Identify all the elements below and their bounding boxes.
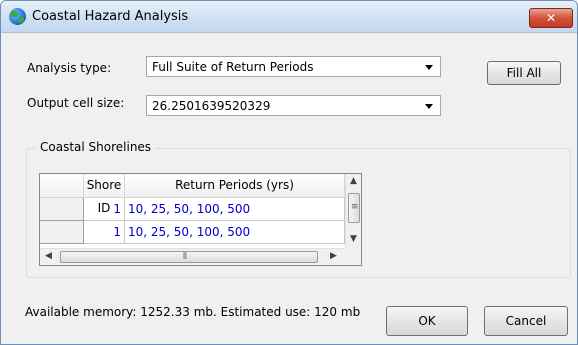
close-button[interactable]: ✕ [529, 8, 573, 28]
grid-corner-header [40, 174, 84, 198]
window-title: Coastal Hazard Analysis [32, 9, 189, 24]
vertical-scroll-thumb[interactable]: ≡ [348, 193, 360, 223]
memory-status: Available memory: 1252.33 mb. Estimated … [25, 305, 361, 319]
grip-icon: ≡ [351, 202, 359, 212]
row-header[interactable] [40, 198, 84, 221]
output-cell-size-dropdown[interactable]: 26.2501639520329 [146, 95, 441, 116]
fill-all-button[interactable]: Fill All [487, 61, 561, 85]
output-cell-size-label: Output cell size: [27, 96, 125, 110]
ok-button[interactable]: OK [386, 306, 468, 336]
analysis-type-dropdown[interactable]: Full Suite of Return Periods [146, 56, 441, 77]
arrow-up-icon[interactable]: ▲ [350, 177, 357, 186]
vertical-scrollbar[interactable]: ▲ ≡ ▼ [345, 174, 361, 248]
cell-return-periods[interactable]: 10, 25, 50, 100, 500 [125, 198, 345, 221]
analysis-type-value: Full Suite of Return Periods [152, 60, 314, 74]
shorelines-grid[interactable]: Shore ID Return Periods (yrs) 1 10, 25, … [39, 173, 362, 266]
grip-icon: ⦀ [183, 252, 187, 262]
chevron-down-icon [425, 104, 433, 109]
close-icon: ✕ [545, 11, 557, 25]
cell-shore-id[interactable]: 1 [84, 198, 125, 221]
globe-icon [9, 8, 26, 25]
row-header[interactable] [40, 221, 84, 244]
chevron-down-icon [425, 65, 433, 70]
scrollbar-corner [345, 248, 361, 265]
coastal-shorelines-label: Coastal Shorelines [36, 140, 156, 154]
column-header-shore-id[interactable]: Shore ID [84, 174, 125, 215]
cancel-button[interactable]: Cancel [484, 306, 568, 336]
output-cell-size-value: 26.2501639520329 [152, 99, 271, 113]
horizontal-scrollbar[interactable]: ◀ ⦀ ▶ [40, 248, 345, 265]
cell-return-periods[interactable]: 10, 25, 50, 100, 500 [125, 221, 345, 244]
column-header-return-periods[interactable]: Return Periods (yrs) [125, 174, 345, 198]
analysis-type-label: Analysis type: [27, 61, 112, 75]
arrow-right-icon[interactable]: ▶ [330, 252, 337, 261]
horizontal-scroll-thumb[interactable]: ⦀ [60, 251, 318, 263]
arrow-down-icon[interactable]: ▼ [350, 235, 357, 244]
coastal-hazard-dialog: Coastal Hazard Analysis ✕ Analysis type:… [0, 0, 578, 345]
title-bar[interactable]: Coastal Hazard Analysis ✕ [1, 1, 577, 33]
cell-shore-id[interactable]: 1 [84, 221, 125, 244]
arrow-left-icon[interactable]: ◀ [45, 252, 52, 261]
